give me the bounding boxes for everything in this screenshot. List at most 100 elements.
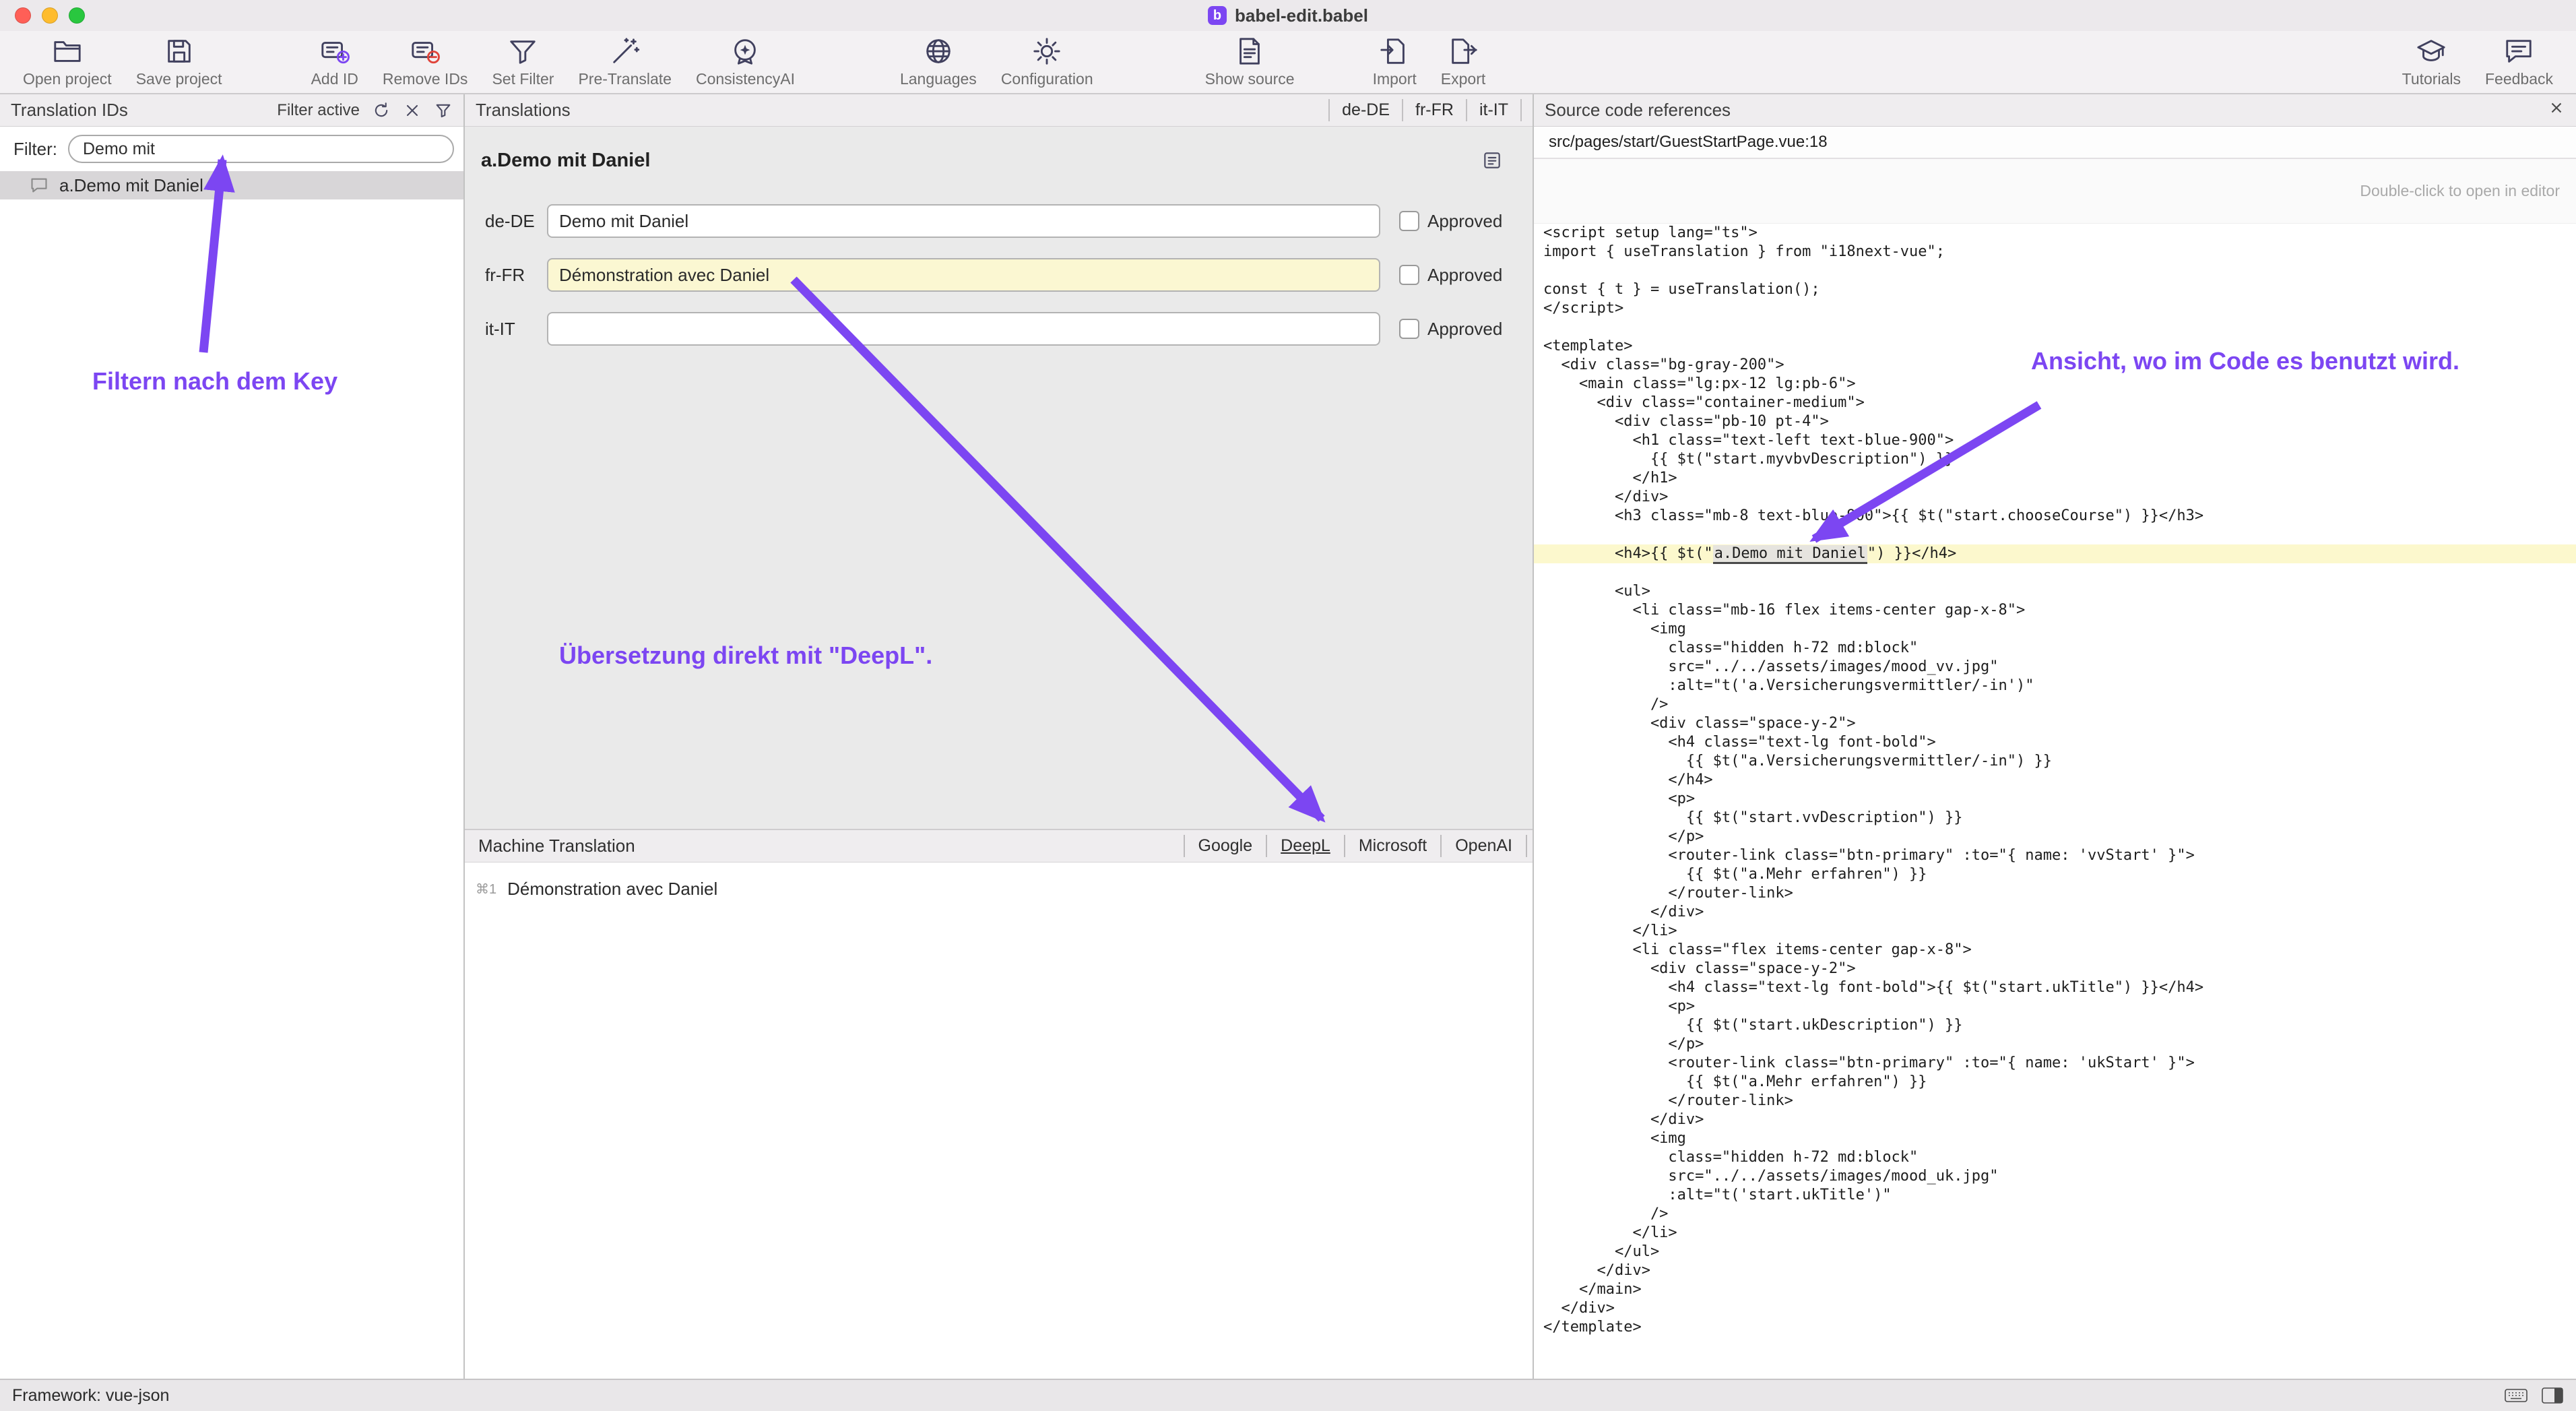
import-button[interactable]: Import — [1361, 31, 1429, 93]
approved-checkbox-it[interactable] — [1399, 319, 1419, 339]
code-line[interactable]: {{ $t("a.Mehr erfahren") }} — [1534, 865, 2576, 884]
code-line[interactable]: {{ $t("start.myvbvDescription") }} — [1534, 450, 2576, 469]
code-line[interactable]: <p> — [1534, 997, 2576, 1016]
feedback-button[interactable]: Feedback — [2473, 31, 2565, 93]
code-line[interactable]: <li class="mb-16 flex items-center gap-x… — [1534, 601, 2576, 620]
code-line[interactable]: <h4 class="text-lg font-bold"> — [1534, 733, 2576, 752]
tab-fr-FR[interactable]: fr-FR — [1402, 99, 1466, 121]
code-line[interactable]: </template> — [1534, 1318, 2576, 1337]
code-line[interactable]: </router-link> — [1534, 1092, 2576, 1110]
code-line[interactable]: <img — [1534, 620, 2576, 639]
add-id-button[interactable]: Add ID — [299, 31, 371, 93]
code-line[interactable]: <script setup lang="ts"> — [1534, 224, 2576, 243]
code-line[interactable]: {{ $t("start.vvDescription") }} — [1534, 809, 2576, 827]
code-line[interactable]: src="../../assets/images/mood_uk.jpg" — [1534, 1167, 2576, 1186]
code-line[interactable]: <div class="space-y-2"> — [1534, 960, 2576, 978]
clear-filter-icon[interactable] — [403, 101, 422, 120]
mt-provider-openai[interactable]: OpenAI — [1440, 835, 1527, 858]
keyboard-icon[interactable] — [2505, 1387, 2527, 1404]
code-line[interactable]: <h3 class="mb-8 text-blue-900">{{ $t("st… — [1534, 507, 2576, 526]
code-line[interactable]: </router-link> — [1534, 884, 2576, 903]
code-line[interactable]: <h4>{{ $t("a.Demo mit Daniel") }}</h4> — [1534, 544, 2576, 563]
code-line[interactable]: <h1 class="text-left text-blue-900"> — [1534, 431, 2576, 450]
code-line[interactable]: :alt="t('start.ukTitle')" — [1534, 1186, 2576, 1205]
languages-button[interactable]: Languages — [888, 31, 989, 93]
configuration-button[interactable]: Configuration — [989, 31, 1105, 93]
pre-translate-button[interactable]: Pre-Translate — [566, 31, 683, 93]
code-line[interactable]: {{ $t("a.Mehr erfahren") }} — [1534, 1073, 2576, 1092]
mt-suggestion-row[interactable]: ⌘1 Démonstration avec Daniel — [465, 873, 1533, 904]
zoom-window-button[interactable] — [69, 7, 85, 24]
code-line[interactable]: {{ $t("start.ukDescription") }} — [1534, 1016, 2576, 1035]
code-line[interactable]: <p> — [1534, 790, 2576, 809]
code-line[interactable]: <main class="lg:px-12 lg:pb-6"> — [1534, 375, 2576, 394]
code-line[interactable]: <li class="flex items-center gap-x-8"> — [1534, 941, 2576, 960]
code-line[interactable]: <h4 class="text-lg font-bold">{{ $t("sta… — [1534, 978, 2576, 997]
minimize-window-button[interactable] — [42, 7, 58, 24]
code-line[interactable]: const { t } = useTranslation(); — [1534, 280, 2576, 299]
code-line[interactable]: class="hidden h-72 md:block" — [1534, 639, 2576, 658]
approved-checkbox-de[interactable] — [1399, 211, 1419, 231]
code-line[interactable] — [1534, 563, 2576, 582]
code-line[interactable]: /> — [1534, 695, 2576, 714]
close-panel-button[interactable] — [2548, 99, 2565, 121]
code-line[interactable] — [1534, 318, 2576, 337]
code-line[interactable]: </div> — [1534, 488, 2576, 507]
show-source-button[interactable]: Show source — [1193, 31, 1307, 93]
code-line[interactable]: </div> — [1534, 1299, 2576, 1318]
code-line[interactable]: <img — [1534, 1129, 2576, 1148]
highlighted-translation-key[interactable]: a.Demo mit Daniel — [1713, 545, 1867, 564]
code-line[interactable]: </p> — [1534, 827, 2576, 846]
export-button[interactable]: Export — [1429, 31, 1498, 93]
translation-input-fr[interactable] — [547, 258, 1380, 292]
code-line[interactable]: import { useTranslation } from "i18next-… — [1534, 243, 2576, 261]
code-line[interactable]: </p> — [1534, 1035, 2576, 1054]
code-line[interactable]: <router-link class="btn-primary" :to="{ … — [1534, 1054, 2576, 1073]
translation-input-it[interactable] — [547, 312, 1380, 346]
code-line[interactable]: </script> — [1534, 299, 2576, 318]
save-project-button[interactable]: Save project — [124, 31, 234, 93]
source-file-reference[interactable]: src/pages/start/GuestStartPage.vue:18 — [1534, 127, 2576, 159]
translation-id-item[interactable]: a.Demo mit Daniel — [0, 171, 463, 199]
code-line[interactable]: :alt="t('a.Versicherungsvermittler/-in')… — [1534, 677, 2576, 695]
consistency-ai-button[interactable]: ConsistencyAI — [684, 31, 807, 93]
code-line[interactable]: </main> — [1534, 1280, 2576, 1299]
code-line[interactable]: class="hidden h-72 md:block" — [1534, 1148, 2576, 1167]
tab-it-IT[interactable]: it-IT — [1466, 99, 1522, 121]
code-line[interactable] — [1534, 526, 2576, 544]
panel-layout-icon[interactable] — [2541, 1387, 2564, 1404]
filter-input[interactable] — [68, 135, 454, 163]
code-line[interactable]: </ul> — [1534, 1243, 2576, 1261]
code-line[interactable]: </div> — [1534, 1110, 2576, 1129]
approved-checkbox-fr[interactable] — [1399, 265, 1419, 285]
code-line[interactable]: </li> — [1534, 922, 2576, 941]
code-line[interactable]: </div> — [1534, 1261, 2576, 1280]
code-line[interactable]: </h4> — [1534, 771, 2576, 790]
tab-de-DE[interactable]: de-DE — [1328, 99, 1402, 121]
code-line[interactable]: <div class="container-medium"> — [1534, 394, 2576, 412]
code-line[interactable]: <router-link class="btn-primary" :to="{ … — [1534, 846, 2576, 865]
notes-icon[interactable] — [1481, 150, 1503, 171]
tutorials-button[interactable]: Tutorials — [2390, 31, 2473, 93]
code-line[interactable]: {{ $t("a.Versicherungsvermittler/-in") }… — [1534, 752, 2576, 771]
source-code-view[interactable]: <script setup lang="ts">import { useTran… — [1534, 224, 2576, 1379]
mt-provider-google[interactable]: Google — [1184, 835, 1266, 858]
code-line[interactable]: </div> — [1534, 903, 2576, 922]
mt-provider-microsoft[interactable]: Microsoft — [1344, 835, 1440, 858]
code-line[interactable] — [1534, 261, 2576, 280]
code-line[interactable]: /> — [1534, 1205, 2576, 1224]
mt-provider-deepl[interactable]: DeepL — [1266, 835, 1344, 858]
code-line[interactable]: <div class="space-y-2"> — [1534, 714, 2576, 733]
code-line[interactable]: src="../../assets/images/mood_vv.jpg" — [1534, 658, 2576, 677]
open-project-button[interactable]: Open project — [11, 31, 124, 93]
code-line[interactable]: </h1> — [1534, 469, 2576, 488]
code-line[interactable]: <ul> — [1534, 582, 2576, 601]
close-window-button[interactable] — [15, 7, 31, 24]
refresh-icon[interactable] — [372, 101, 391, 120]
code-line[interactable]: </li> — [1534, 1224, 2576, 1243]
code-line[interactable]: <div class="pb-10 pt-4"> — [1534, 412, 2576, 431]
translation-input-de[interactable] — [547, 204, 1380, 238]
filter-funnel-icon[interactable] — [434, 101, 453, 120]
remove-ids-button[interactable]: Remove IDs — [371, 31, 480, 93]
set-filter-button[interactable]: Set Filter — [480, 31, 566, 93]
